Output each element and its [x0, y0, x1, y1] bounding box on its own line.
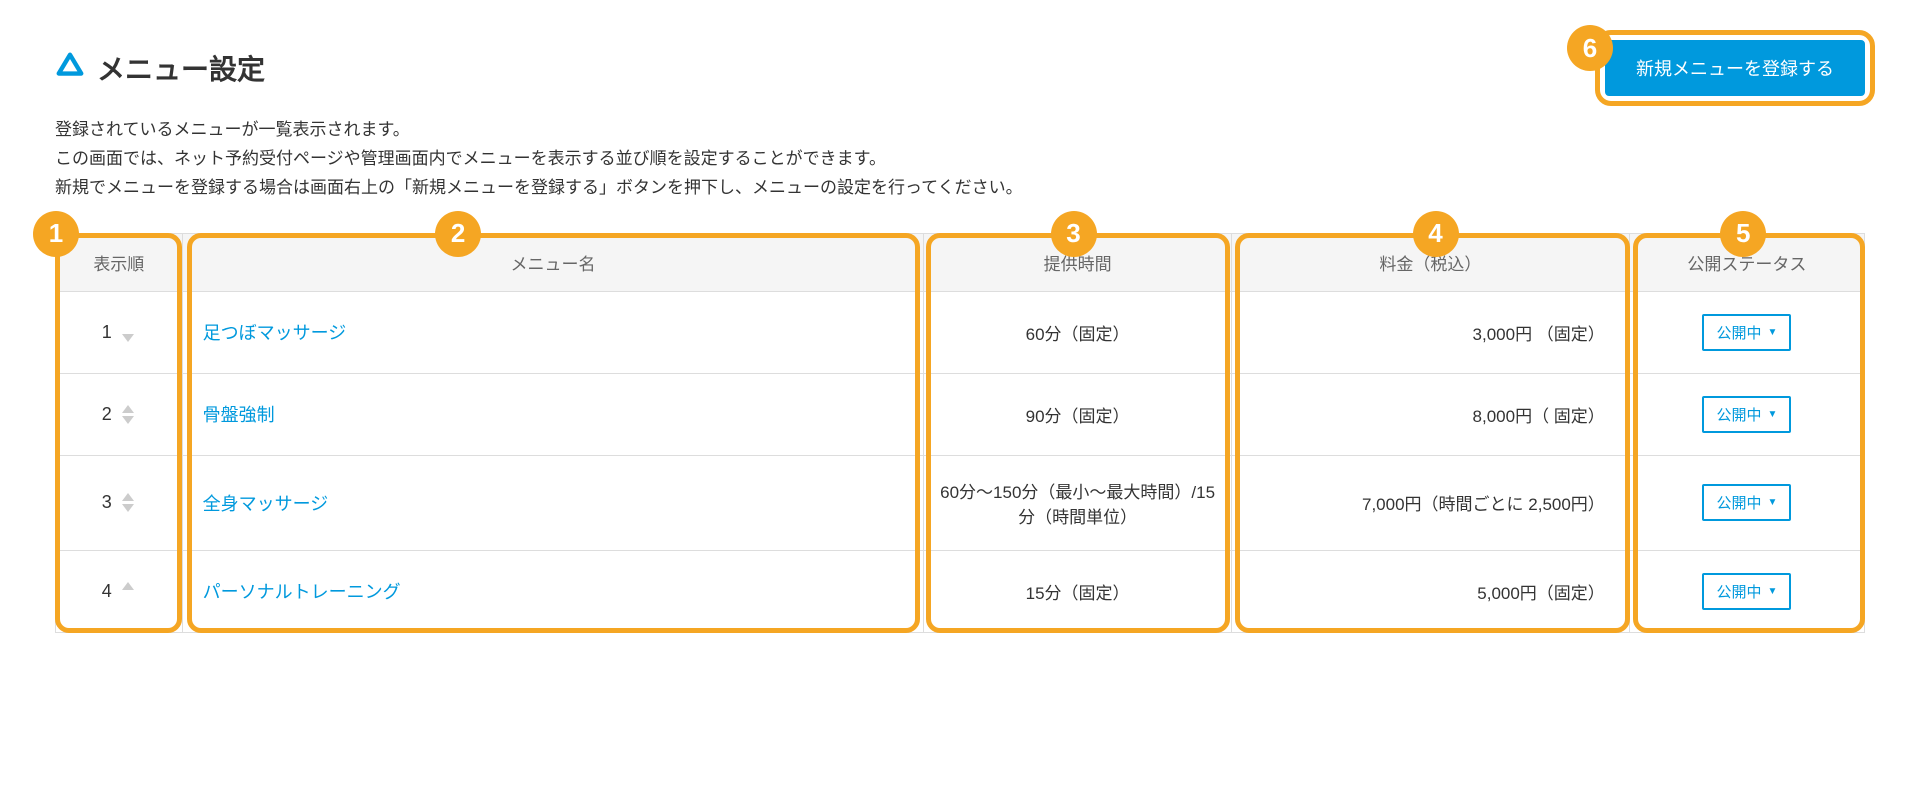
header-name: メニュー名 — [182, 233, 924, 291]
move-down-button[interactable] — [120, 415, 136, 425]
table-row: 2 骨盤強制 90分（固定）8,000円（ 固定） 公開中 — [56, 373, 1865, 455]
order-number: 4 — [102, 581, 112, 602]
description-line: 新規でメニューを登録する場合は画面右上の「新規メニューを登録する」ボタンを押下し… — [55, 174, 1865, 203]
table-row: 3 全身マッサージ 60分〜150分（最小〜最大時間）/15分（時間単位）7,00… — [56, 455, 1865, 550]
page-description: 登録されているメニューが一覧表示されます。 この画面では、ネット予約受付ページや… — [55, 116, 1865, 203]
annotation-badge-4: 4 — [1413, 211, 1459, 257]
price-cell: 5,000円（固定） — [1231, 550, 1629, 632]
status-dropdown[interactable]: 公開中 — [1702, 484, 1791, 521]
page-title: メニュー設定 — [97, 48, 265, 88]
move-up-button[interactable] — [120, 492, 136, 502]
move-down-button[interactable] — [120, 333, 136, 343]
annotation-badge-1: 1 — [33, 211, 79, 257]
move-up-button[interactable] — [120, 581, 136, 591]
menu-table: 表示順 メニュー名 提供時間 料金（税込） 公開ステータス 1 足つぼマッサージ… — [55, 233, 1865, 633]
time-cell: 90分（固定） — [924, 373, 1232, 455]
order-number: 2 — [102, 404, 112, 425]
description-line: 登録されているメニューが一覧表示されます。 — [55, 116, 1865, 145]
menu-name-link[interactable]: 足つぼマッサージ — [203, 323, 347, 343]
status-dropdown[interactable]: 公開中 — [1702, 573, 1791, 610]
annotation-badge-6: 6 — [1567, 25, 1613, 71]
time-cell: 60分（固定） — [924, 291, 1232, 373]
order-number: 3 — [102, 492, 112, 513]
annotation-badge-3: 3 — [1051, 211, 1097, 257]
description-line: この画面では、ネット予約受付ページや管理画面内でメニューを表示する並び順を設定す… — [55, 145, 1865, 174]
move-up-button[interactable] — [120, 404, 136, 414]
menu-name-link[interactable]: 骨盤強制 — [203, 405, 275, 425]
status-dropdown[interactable]: 公開中 — [1702, 314, 1791, 351]
table-row: 4 パーソナルトレーニング 15分（固定）5,000円（固定） 公開中 — [56, 550, 1865, 632]
menu-name-link[interactable]: パーソナルトレーニング — [203, 582, 401, 602]
annotation-badge-2: 2 — [435, 211, 481, 257]
price-cell: 7,000円（時間ごとに 2,500円） — [1231, 455, 1629, 550]
menu-name-link[interactable]: 全身マッサージ — [203, 494, 329, 514]
move-down-button[interactable] — [120, 503, 136, 513]
annotation-badge-5: 5 — [1720, 211, 1766, 257]
table-row: 1 足つぼマッサージ 60分（固定）3,000円 （固定） 公開中 — [56, 291, 1865, 373]
time-cell: 60分〜150分（最小〜最大時間）/15分（時間単位） — [924, 455, 1232, 550]
order-number: 1 — [102, 322, 112, 343]
price-cell: 8,000円（ 固定） — [1231, 373, 1629, 455]
logo-icon — [55, 51, 85, 86]
new-menu-button[interactable]: 新規メニューを登録する — [1605, 40, 1865, 96]
time-cell: 15分（固定） — [924, 550, 1232, 632]
status-dropdown[interactable]: 公開中 — [1702, 396, 1791, 433]
price-cell: 3,000円 （固定） — [1231, 291, 1629, 373]
